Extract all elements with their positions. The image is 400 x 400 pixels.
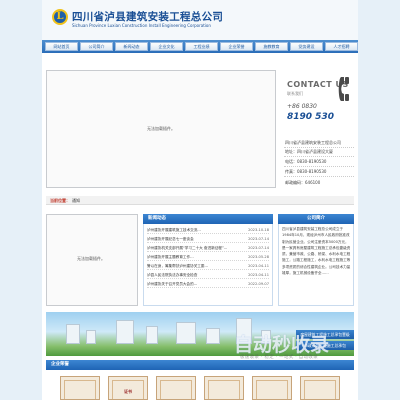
nav-education[interactable]: 施教教育 (255, 42, 288, 51)
certificate-image[interactable] (60, 376, 100, 400)
breadcrumb-current[interactable]: 通知 (72, 198, 80, 204)
news-item-title[interactable]: 泸州建协开展主题教育工作… (147, 253, 235, 261)
news-item[interactable]: 泸州建协开展主题教育工作… 2023-05-28 (147, 253, 269, 261)
building (146, 326, 158, 344)
certificate-image[interactable] (300, 376, 340, 400)
contact-phone: 电话：0830-8190530 (285, 159, 327, 164)
banner-placeholder-text: 无法加载插件。 (147, 126, 175, 131)
main-nav: 网站首页 公司简介 新闻动态 企业文化 工程业绩 企业荣誉 施教教育 党务建设 … (42, 40, 358, 53)
watermark-text: 自动秒收录 (234, 334, 330, 356)
news-item-title[interactable]: 警以在身，筹集帮扶泸州建协关工委… (147, 262, 235, 270)
news-item[interactable]: 泸州建协机关支部开展“学习二十大 奋进新征程”… 2023-07-14 (147, 244, 269, 252)
certificate-image[interactable] (204, 376, 244, 400)
nav-culture[interactable]: 企业文化 (150, 42, 183, 51)
news-item-date: 2023-04-11 (248, 273, 269, 277)
divider (284, 176, 354, 177)
certificate-frame: 证书 (112, 380, 144, 399)
nav-jobs[interactable]: 人才招聘 (325, 42, 358, 51)
news-item[interactable]: 泸县人民法院执法办事安全检查 2023-04-11 (147, 271, 269, 279)
news-item-date: 2023-04-11 (248, 264, 269, 268)
building (206, 328, 220, 344)
contact-fax: 传真：0830-8190530 (285, 169, 327, 174)
certificate-image[interactable] (252, 376, 292, 400)
contact-postcode: 邮政编码：646100 (285, 180, 321, 185)
contact-tel-number: 8190 530 (287, 112, 334, 122)
news-item[interactable]: 泸州建协开展建筑施工技术交流… 2023-10-18 (147, 226, 269, 234)
video-placeholder-text: 无法加载插件。 (77, 256, 105, 261)
nav-projects[interactable]: 工程业绩 (185, 42, 218, 51)
company-logo[interactable]: L (52, 9, 68, 25)
contact-tel-prefix: +86 0830 (287, 103, 317, 110)
news-item-date: 2023-07-14 (248, 237, 269, 241)
intro-text: 四川省泸县建筑安装工程总公司成立于1984年10月，现经泸州市人民政府批准改制为… (282, 227, 351, 276)
building (116, 320, 134, 344)
news-item-title[interactable]: 泸州建协机关支部开展“学习二十大 奋进新征程”… (147, 244, 235, 252)
news-item-date: 2023-10-18 (248, 228, 269, 232)
certificate-frame (160, 380, 192, 399)
news-panel-title: 新闻动态 (143, 214, 273, 224)
company-name-cn: 四川省泸县建筑安装工程总公司 (72, 11, 224, 23)
news-item-date: 2022-09-07 (248, 282, 269, 286)
honor-panel-title: 企业荣誉 (46, 360, 354, 370)
news-item-date: 2023-07-14 (248, 246, 269, 250)
building (176, 322, 196, 344)
telephone-icon (338, 77, 349, 101)
certificate-frame (64, 380, 96, 399)
logo-letter: L (56, 11, 64, 22)
certificate-frame (256, 380, 288, 399)
certificate-label: 证书 (124, 389, 132, 394)
divider (284, 147, 354, 148)
nav-about[interactable]: 公司简介 (80, 42, 113, 51)
news-item-date: 2023-05-28 (248, 255, 269, 259)
news-item[interactable]: 泸州建协关于召开党员大会的… 2022-09-07 (147, 280, 269, 288)
company-name-en: Sichuan Province Luxian Construction Ins… (72, 23, 211, 28)
divider (284, 156, 354, 157)
divider (284, 166, 354, 167)
news-item[interactable]: 泸州建协开展纪念七一座谈会 2023-07-14 (147, 235, 269, 243)
breadcrumb: 当前位置： 通知 (46, 196, 354, 205)
certificate-frame (208, 380, 240, 399)
building (86, 330, 96, 344)
news-item[interactable]: 警以在身，筹集帮扶泸州建协关工委… 2023-04-11 (147, 262, 269, 270)
certificate-image[interactable]: 证书 (108, 376, 148, 400)
building (66, 324, 80, 344)
nav-honors[interactable]: 企业荣誉 (220, 42, 253, 51)
certificate-frame (304, 380, 336, 399)
news-item-title[interactable]: 泸州建协关于召开党员大会的… (147, 280, 235, 288)
news-item-title[interactable]: 泸州建协开展纪念七一座谈会 (147, 235, 235, 243)
breadcrumb-label: 当前位置： (50, 198, 70, 203)
contact-address: 地址：四川省泸县建设大厦 (285, 149, 333, 154)
nav-news[interactable]: 新闻动态 (115, 42, 148, 51)
certificate-image[interactable] (156, 376, 196, 400)
nav-home[interactable]: 网站首页 (45, 42, 78, 51)
contact-company: 四川省泸县建筑安装工程总公司 (285, 140, 341, 145)
news-item-title[interactable]: 泸州建协开展建筑施工技术交流… (147, 226, 235, 234)
contact-subtitle: 联系我们 (287, 91, 303, 96)
nav-party[interactable]: 党务建设 (290, 42, 323, 51)
news-item-title[interactable]: 泸县人民法院执法办事安全检查 (147, 271, 235, 279)
intro-panel-title: 公司简介 (278, 214, 354, 224)
